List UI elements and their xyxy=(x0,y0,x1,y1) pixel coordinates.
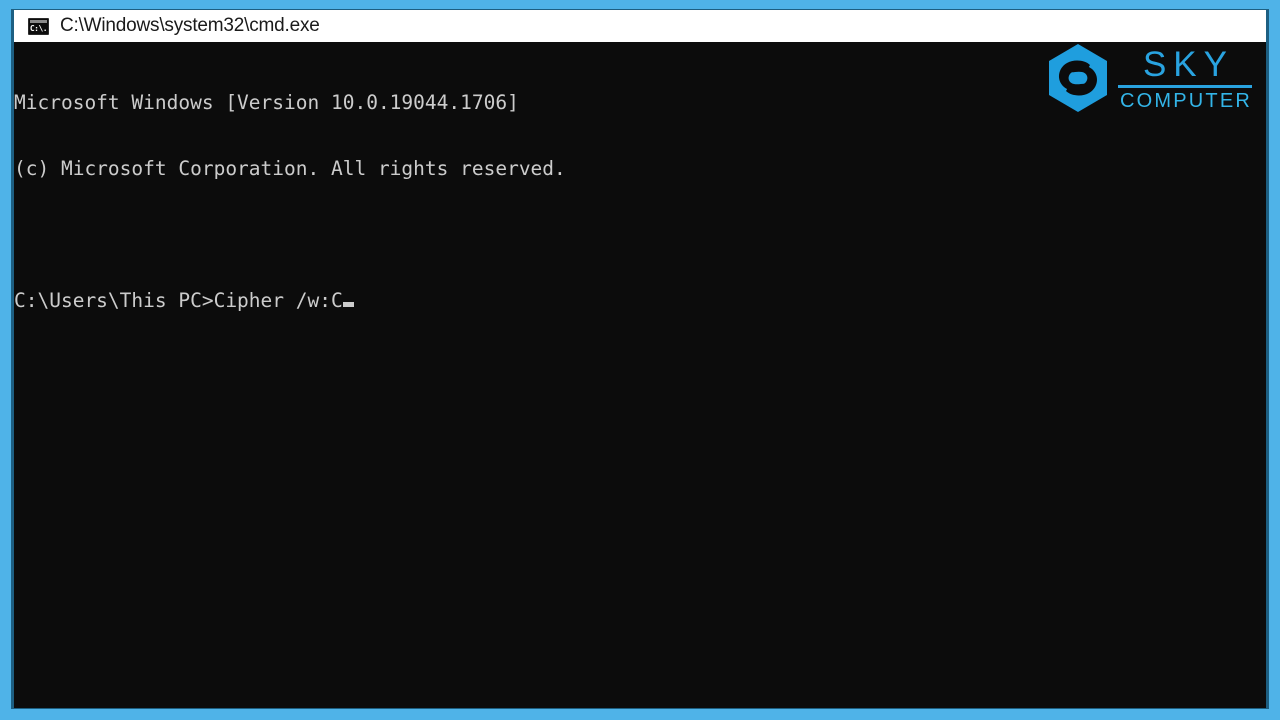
window-title: C:\Windows\system32\cmd.exe xyxy=(60,15,320,36)
console-line: Microsoft Windows [Version 10.0.19044.17… xyxy=(14,91,519,114)
console-output-area[interactable]: Microsoft Windows [Version 10.0.19044.17… xyxy=(14,42,1266,708)
cmd-icon-glyph: C:\. xyxy=(29,23,48,33)
console-prompt-line: C:\Users\This PC>Cipher /w:C xyxy=(14,290,1266,312)
console-line: (c) Microsoft Corporation. All rights re… xyxy=(14,157,566,180)
text-cursor xyxy=(342,302,354,307)
window-titlebar[interactable]: C:\. C:\Windows\system32\cmd.exe xyxy=(14,10,1266,42)
cmd-window[interactable]: C:\. C:\Windows\system32\cmd.exe Microso… xyxy=(14,10,1266,708)
console-command-text: C:\Users\This PC>Cipher /w:C xyxy=(14,289,343,312)
screen-frame: C:\. C:\Windows\system32\cmd.exe Microso… xyxy=(0,0,1280,720)
cmd-console-icon: C:\. xyxy=(28,17,49,35)
console-lines: Microsoft Windows [Version 10.0.19044.17… xyxy=(14,48,1266,356)
